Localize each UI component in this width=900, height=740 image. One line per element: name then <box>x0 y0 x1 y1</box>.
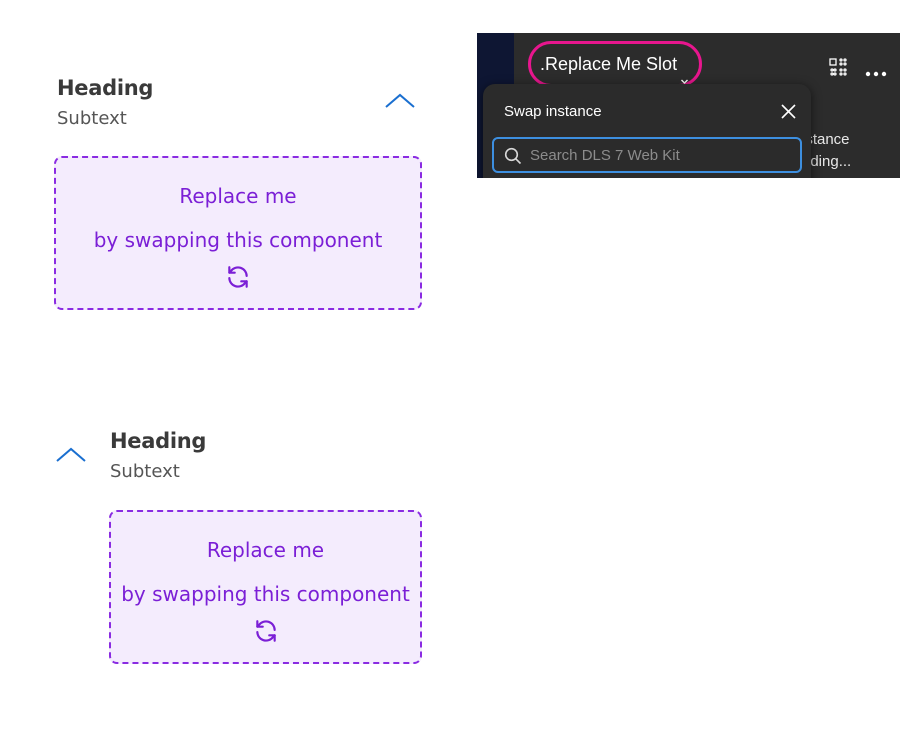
replace-me-slot[interactable]: Replace me by swapping this component <box>54 156 422 310</box>
refresh-icon[interactable] <box>253 618 279 644</box>
chevron-down-icon <box>680 60 689 84</box>
search-field[interactable] <box>492 137 802 173</box>
swap-instance-popup: Swap instance <box>483 84 811 178</box>
accordion-top-heading: Heading <box>57 76 154 100</box>
component-grid-icon[interactable] <box>829 58 847 76</box>
more-horizontal-icon[interactable] <box>865 64 887 77</box>
slot-label: Replace me <box>179 184 297 208</box>
chevron-up-icon[interactable] <box>383 91 417 111</box>
search-input[interactable] <box>530 143 790 167</box>
chevron-up-icon[interactable] <box>54 445 88 465</box>
component-name-dropdown[interactable]: .Replace Me Slot <box>528 41 702 87</box>
properties-panel: .Replace Me Slot istance uding... Swap i… <box>477 33 900 178</box>
slot-hint: by swapping this component <box>93 228 383 252</box>
accordion-bottom-subtext: Subtext <box>110 461 180 482</box>
slot-hint: by swapping this component <box>121 582 410 606</box>
slot-label: Replace me <box>206 538 325 562</box>
close-icon[interactable] <box>780 103 797 120</box>
search-icon <box>504 147 522 165</box>
accordion-bottom-heading: Heading <box>110 429 207 453</box>
refresh-icon[interactable] <box>225 264 251 290</box>
popup-title: Swap instance <box>504 103 602 120</box>
accordion-top-subtext: Subtext <box>57 108 127 129</box>
component-name-label: .Replace Me Slot <box>540 54 678 74</box>
replace-me-slot[interactable]: Replace me by swapping this component <box>109 510 422 664</box>
